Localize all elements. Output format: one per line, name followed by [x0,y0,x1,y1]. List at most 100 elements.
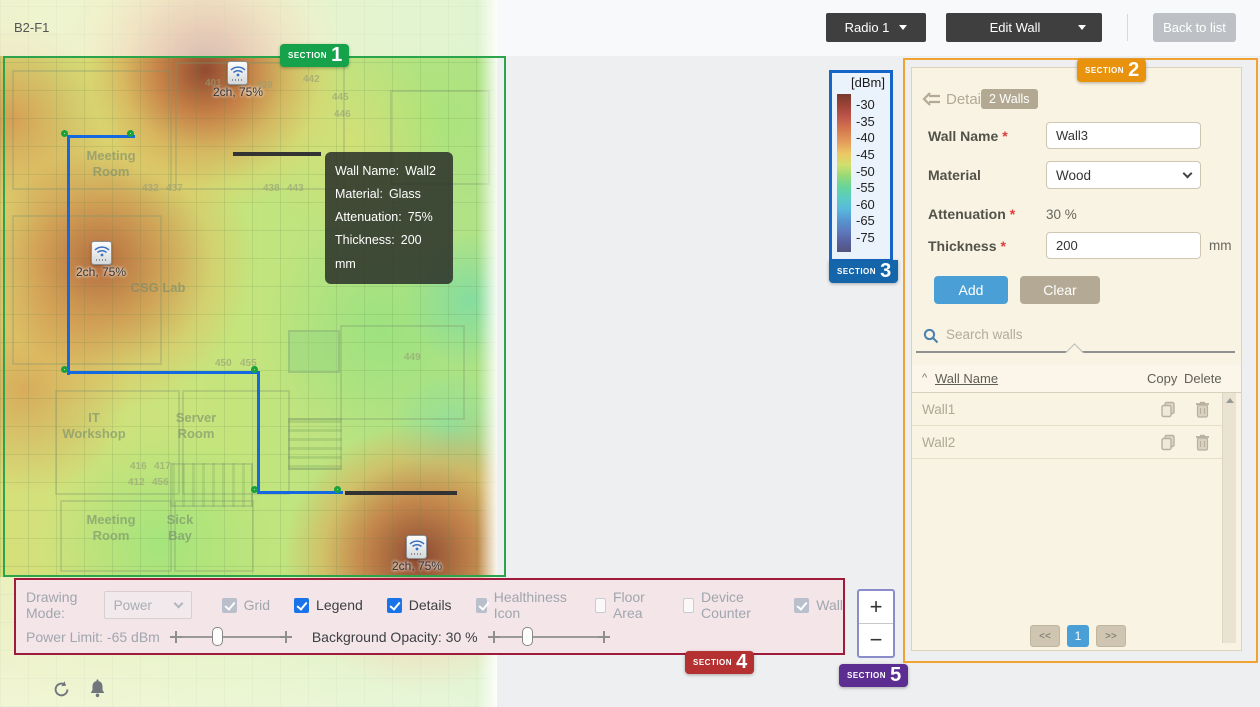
legend-color-scale [837,94,851,252]
background-opacity-label: Background Opacity: 30 % [312,629,478,645]
wall-vertex-handle[interactable] [334,486,341,493]
pagination-prev-button[interactable]: << [1030,625,1060,647]
room-number: 450 [215,358,232,369]
list-scrollbar[interactable] [1222,393,1236,643]
detail-label[interactable]: Detail [946,91,984,108]
tooltip-row: Attenuation:75% [335,206,443,229]
details-checkbox[interactable] [387,598,402,613]
wall-segment-black[interactable] [345,491,457,495]
wall-vertex-handle[interactable] [61,130,68,137]
floorplan-equipment [288,418,342,470]
room-label: Meeting Room [80,148,142,181]
checkbox-details[interactable]: Details [387,597,452,613]
zoom-out-button[interactable]: − [859,623,893,655]
trash-icon[interactable] [1195,434,1210,456]
slider-min-mark [170,631,182,643]
add-button[interactable]: Add [934,276,1008,304]
healthiness-checkbox[interactable] [476,598,487,613]
required-asterisk: * [1000,238,1005,254]
wall-vertex-handle[interactable] [251,486,258,493]
refresh-icon[interactable] [52,680,71,704]
section-2-badge: SECTION2 [1077,59,1146,82]
checkbox-wall[interactable]: Wall [794,597,843,613]
thickness-input[interactable] [1046,232,1201,259]
edit-mode-dropdown[interactable]: Edit Wall [946,13,1102,42]
wall-name-input[interactable] [1046,122,1201,149]
wall-segment-selected[interactable] [67,371,260,374]
table-row[interactable]: Wall1 [912,393,1222,426]
slider-max-mark [280,631,292,643]
legend-checkbox[interactable] [294,598,309,613]
checkbox-legend[interactable]: Legend [294,597,363,613]
header-divider [1127,14,1128,41]
access-point-icon[interactable] [227,61,248,85]
access-point-icon[interactable] [91,241,112,265]
scroll-up-icon[interactable] [1226,398,1234,403]
wall-segment-selected[interactable] [67,135,135,138]
back-arrow-icon [921,92,941,106]
radio-dropdown[interactable]: Radio 1 [826,13,926,42]
room-number: 412 [128,477,145,488]
copy-icon[interactable] [1160,401,1177,423]
section-1-badge: SECTION1 [280,44,349,67]
thickness-label: Thickness* [928,238,1006,254]
checkbox-healthiness-icon[interactable]: Healthiness Icon [476,589,571,621]
map-zoom-controls: + − [857,589,895,658]
checkbox-grid[interactable]: Grid [222,597,270,613]
zoom-in-button[interactable]: + [859,591,893,623]
checkbox-floor-area[interactable]: Floor Area [595,589,659,621]
wall-segment-selected[interactable] [67,135,70,375]
checkbox-device-counter[interactable]: Device Counter [683,589,771,621]
detail-back-button[interactable] [921,92,941,111]
back-to-list-button[interactable]: Back to list [1153,13,1236,42]
legend-title: [dBm] [837,75,885,91]
copy-icon[interactable] [1160,434,1177,456]
chevron-down-icon [173,598,183,608]
notification-bell-icon[interactable] [89,679,106,704]
clear-button[interactable]: Clear [1020,276,1100,304]
background-opacity-slider-thumb[interactable] [522,627,533,646]
ap-channel-label: 2ch, 75% [66,265,136,279]
table-row[interactable]: Wall2 [912,426,1222,459]
wifi-icon [230,65,246,78]
room-number: 442 [303,74,320,85]
room-number: 446 [334,109,351,120]
room-number: 416 [130,461,147,472]
room-number: 417 [154,461,171,472]
room-label: Server Room [160,410,232,443]
floor-area-checkbox[interactable] [595,598,606,613]
access-point-icon[interactable] [406,535,427,559]
slider-min-mark [488,631,500,643]
wall-row-name: Wall1 [922,402,955,417]
material-select[interactable]: Wood [1046,161,1201,189]
wall-segment-selected[interactable] [257,371,260,494]
wall-segment-black[interactable] [233,152,321,156]
tooltip-row: Wall Name:Wall2 [335,160,443,183]
legend-ticks: -30 -35 -40 -45 -50 -55 -60 -65 -75 [856,97,875,245]
power-limit-slider-thumb[interactable] [212,627,223,646]
sort-ascending-icon[interactable]: ^ [922,372,927,384]
wall-vertex-handle[interactable] [61,366,68,373]
room-number: 456 [152,477,169,488]
floorplan-stairs [170,463,253,507]
background-opacity-slider[interactable] [490,627,608,647]
display-options-toolbar: Drawing Mode: Power Grid Legend Details … [14,578,845,655]
grid-checkbox[interactable] [222,598,237,613]
wall-checkbox[interactable] [794,598,809,613]
wall-segment-selected[interactable] [257,491,343,494]
pagination-next-button[interactable]: >> [1096,625,1126,647]
device-counter-checkbox[interactable] [683,598,694,613]
floor-name-label: B2-F1 [14,20,49,35]
pagination-page-1[interactable]: 1 [1067,625,1089,647]
section-3-badge: SECTION3 [829,260,898,283]
wall-vertex-handle[interactable] [251,366,258,373]
tooltip-row: Material:Glass [335,183,443,206]
search-walls-input[interactable] [946,327,1146,342]
room-label: CSG Lab [122,280,194,296]
attenuation-value: 30 % [1046,207,1077,222]
drawing-mode-select[interactable]: Power [104,591,192,619]
trash-icon[interactable] [1195,401,1210,423]
power-limit-slider[interactable] [172,627,290,647]
wall-vertex-handle[interactable] [127,130,134,137]
wall-name-column-header[interactable]: Wall Name [935,371,998,386]
